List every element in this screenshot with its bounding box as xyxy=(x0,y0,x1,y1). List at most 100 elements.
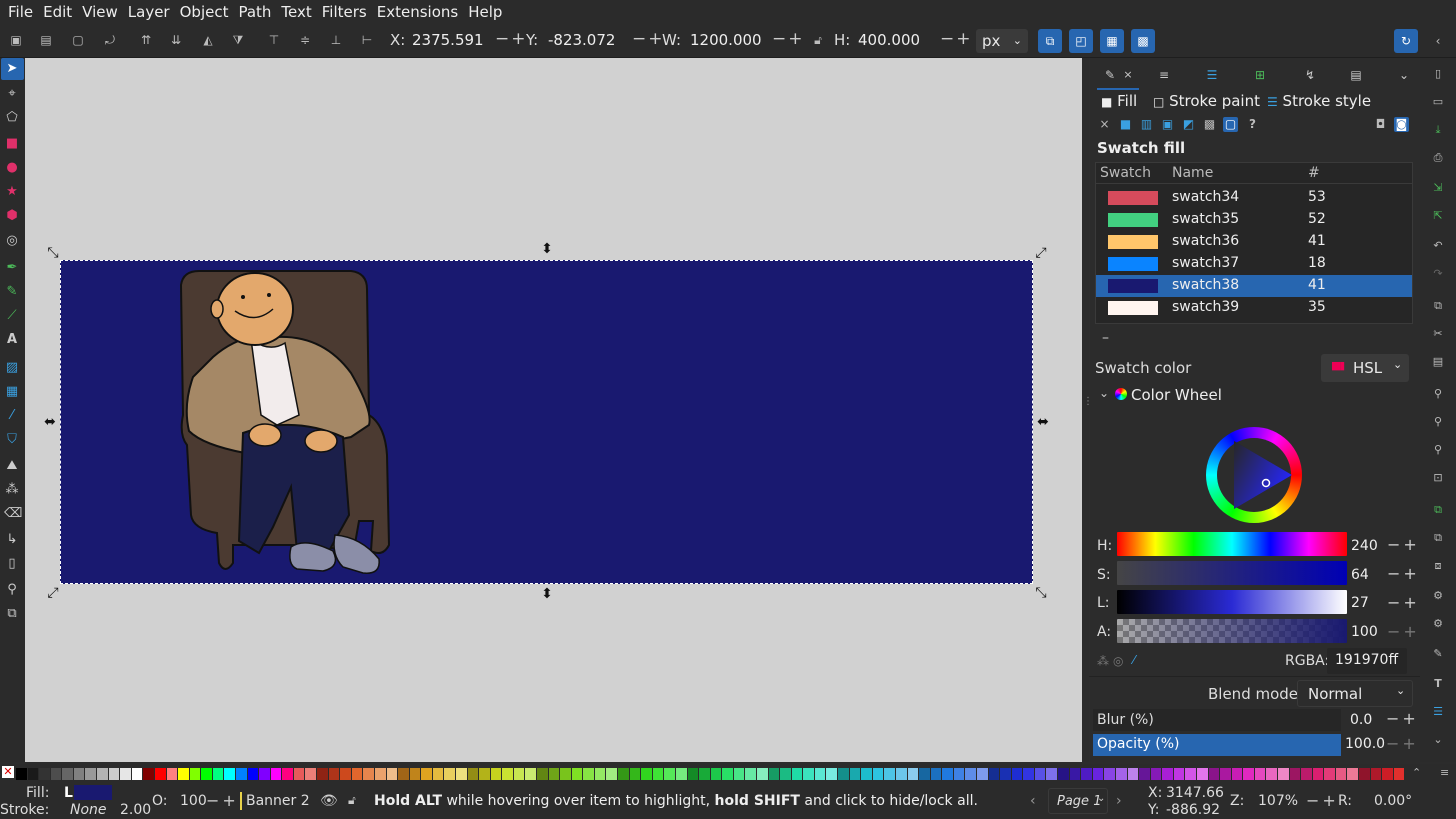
palette-swatch[interactable] xyxy=(1173,768,1185,780)
hue-value[interactable]: 240 xyxy=(1351,538,1378,554)
palette-swatch[interactable] xyxy=(455,768,467,780)
close-tab-icon[interactable]: × xyxy=(1119,66,1137,84)
palette-swatch[interactable] xyxy=(1104,768,1115,780)
palette-swatch[interactable] xyxy=(1278,768,1289,780)
palette-swatch[interactable] xyxy=(317,768,328,780)
palette-swatch[interactable] xyxy=(1058,768,1069,780)
palette-swatch[interactable] xyxy=(745,768,756,780)
prev-page-icon[interactable]: ‹ xyxy=(1030,793,1036,809)
col-name-header[interactable]: Name xyxy=(1172,165,1213,181)
palette-swatch[interactable] xyxy=(108,768,120,780)
palette-swatch[interactable] xyxy=(1011,768,1023,780)
unlink-clone-icon[interactable]: ⧈ xyxy=(1430,558,1446,574)
panel-splitter[interactable]: ⋮ xyxy=(1082,58,1093,762)
menu-view[interactable]: View xyxy=(78,3,122,21)
palette-swatch[interactable] xyxy=(224,768,235,780)
menu-edit[interactable]: Edit xyxy=(39,3,76,21)
fill-stroke-tab-icon[interactable]: ✎ xyxy=(1101,66,1119,84)
palette-swatch[interactable] xyxy=(571,768,583,780)
blur-value[interactable]: 0.0 xyxy=(1350,712,1372,728)
scale-corners-icon[interactable]: ◰ xyxy=(1069,29,1093,53)
palette-swatch[interactable] xyxy=(814,768,826,780)
alpha-stepper[interactable]: −+ xyxy=(1387,622,1420,641)
remove-swatch-button[interactable]: – xyxy=(1102,330,1109,346)
palette-swatch[interactable] xyxy=(131,768,143,780)
palette-swatch[interactable] xyxy=(1115,768,1127,780)
lightness-slider[interactable] xyxy=(1117,590,1347,614)
palette-swatch[interactable] xyxy=(537,768,548,780)
palette-swatch[interactable] xyxy=(1162,768,1173,780)
blur-stepper[interactable]: −+ xyxy=(1386,709,1419,728)
palette-swatch[interactable] xyxy=(39,768,50,780)
rgba-input[interactable]: 191970ff xyxy=(1327,648,1407,674)
palette-swatch[interactable] xyxy=(328,768,340,780)
transform-tab-icon[interactable]: ↯ xyxy=(1301,66,1319,84)
palette-swatch[interactable] xyxy=(780,768,791,780)
menu-text[interactable]: Text xyxy=(277,3,315,21)
resize-handle-n[interactable]: ⬍ xyxy=(540,242,554,256)
opacity-indicator-stepper[interactable]: −+ xyxy=(206,791,239,810)
palette-swatch[interactable] xyxy=(699,768,710,780)
selector-tool-icon[interactable]: ➤ xyxy=(4,61,20,77)
palette-swatch[interactable] xyxy=(953,768,965,780)
new-document-icon[interactable]: ▯ xyxy=(1430,66,1446,82)
pattern-icon[interactable]: ▩ xyxy=(1202,117,1217,132)
resize-handle-s[interactable]: ⬍ xyxy=(540,587,554,601)
lower-bottom-icon[interactable]: ⇊ xyxy=(168,32,184,48)
palette-swatch[interactable] xyxy=(282,768,293,780)
alpha-value[interactable]: 100 xyxy=(1351,624,1378,640)
swatch-row[interactable]: swatch34 53 xyxy=(1096,187,1412,209)
menu-layer[interactable]: Layer xyxy=(124,3,174,21)
y-stepper[interactable]: −+ xyxy=(632,29,665,49)
palette-swatch[interactable] xyxy=(664,768,675,780)
zoom-drawing-icon[interactable]: ⚲ xyxy=(1430,414,1446,430)
y-input[interactable]: -823.072 xyxy=(548,31,615,49)
hue-stepper[interactable]: −+ xyxy=(1387,535,1420,554)
palette-swatch[interactable] xyxy=(62,768,73,780)
align-top-icon[interactable]: ⊤ xyxy=(266,32,282,48)
palette-swatch[interactable] xyxy=(1231,768,1243,780)
palette-swatch[interactable] xyxy=(305,768,317,780)
palette-swatch[interactable] xyxy=(1266,768,1278,780)
palette-swatch[interactable] xyxy=(178,768,189,780)
lightness-stepper[interactable]: −+ xyxy=(1387,593,1420,612)
palette-swatch[interactable] xyxy=(120,768,131,780)
spiral-tool-icon[interactable]: ◎ xyxy=(4,233,20,249)
align-center-icon[interactable]: ≑ xyxy=(297,32,313,48)
saturation-slider[interactable] xyxy=(1117,561,1347,585)
palette-swatch[interactable] xyxy=(293,768,305,780)
color-triangle[interactable] xyxy=(1206,427,1302,523)
palette-swatch[interactable] xyxy=(270,768,282,780)
eraser-tool-icon[interactable]: ⌫ xyxy=(4,506,22,522)
palette-swatch[interactable] xyxy=(884,768,895,780)
import-icon[interactable]: ⇲ xyxy=(1430,180,1446,196)
resize-handle-nw[interactable]: ⤡ xyxy=(46,246,60,260)
align-left-icon[interactable]: ⊢ xyxy=(359,32,375,48)
flip-horizontal-icon[interactable]: ◭ xyxy=(200,32,216,48)
palette-swatch[interactable] xyxy=(479,768,490,780)
text-font-icon[interactable]: T xyxy=(1430,676,1446,692)
resize-handle-w[interactable]: ⬌ xyxy=(43,415,57,429)
resize-handle-ne[interactable]: ⤢ xyxy=(1034,246,1048,260)
document-tab-icon[interactable]: ▤ xyxy=(1347,66,1365,84)
palette-swatch[interactable] xyxy=(560,768,571,780)
align-bottom-icon[interactable]: ⊥ xyxy=(328,32,344,48)
palette-swatch[interactable] xyxy=(965,768,976,780)
objects-tab-icon[interactable]: ⊞ xyxy=(1251,66,1269,84)
expander-chevron-icon[interactable]: ⌄ xyxy=(1099,386,1109,400)
next-page-icon[interactable]: › xyxy=(1116,793,1122,809)
palette-swatch[interactable] xyxy=(687,768,699,780)
palette-swatch[interactable] xyxy=(872,768,884,780)
palette-swatch[interactable] xyxy=(1243,768,1254,780)
palette-swatch[interactable] xyxy=(675,768,687,780)
palette-swatch[interactable] xyxy=(235,768,247,780)
palette-swatch[interactable] xyxy=(1034,768,1046,780)
lightness-value[interactable]: 27 xyxy=(1351,595,1369,611)
palette-swatch[interactable] xyxy=(838,768,849,780)
x-stepper[interactable]: −+ xyxy=(495,29,528,49)
stroke-width-value[interactable]: 2.00 xyxy=(120,802,151,818)
palette-swatch[interactable] xyxy=(467,768,479,780)
more-chevron-icon[interactable]: ⌄ xyxy=(1430,732,1446,748)
color-managed-icon[interactable]: ⁂ xyxy=(1097,654,1109,668)
out-of-gamut-icon[interactable]: ◎ xyxy=(1113,654,1123,668)
